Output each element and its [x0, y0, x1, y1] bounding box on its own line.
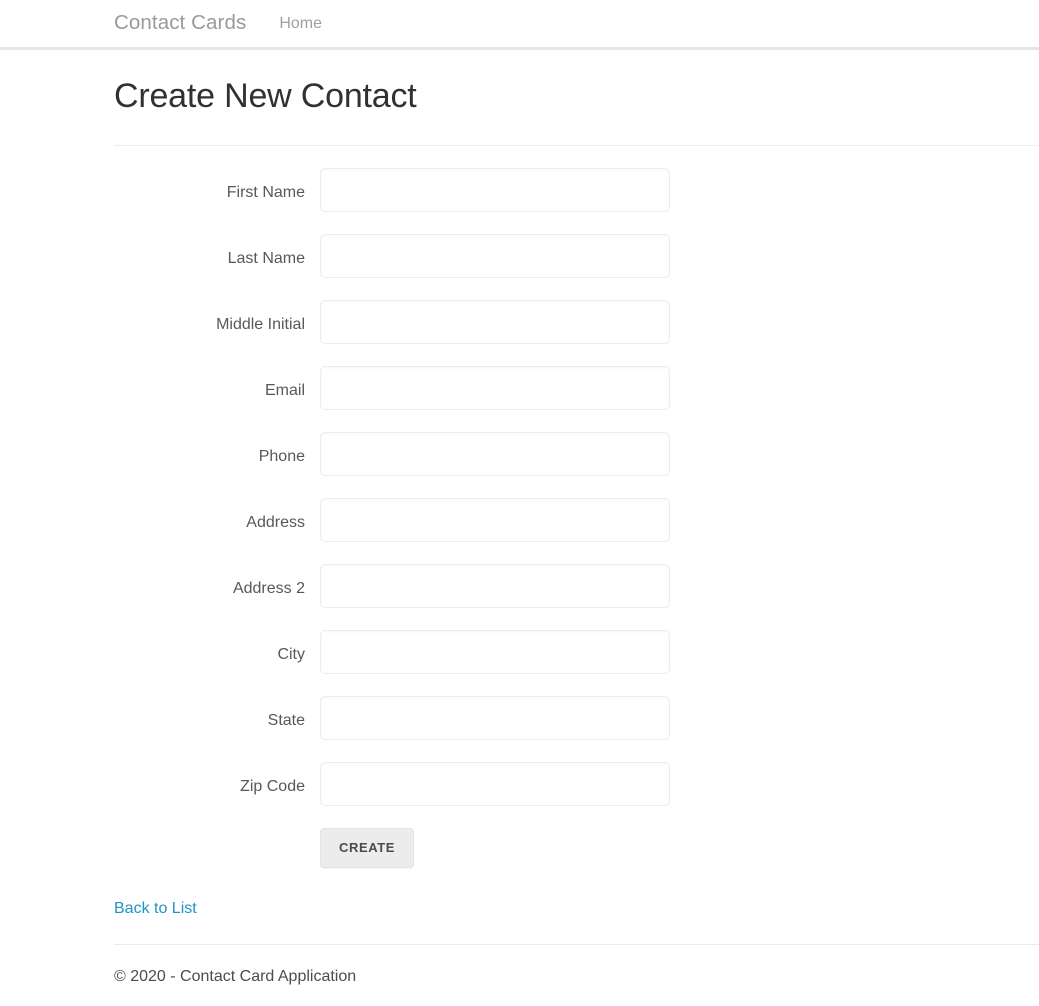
label-address-2: Address 2: [232, 579, 305, 597]
input-first-name[interactable]: [320, 167, 670, 212]
form-row-phone: Phone: [114, 431, 1039, 476]
form-row-submit: CREATE: [114, 827, 1039, 868]
label-middle-initial: Middle Initial: [216, 315, 305, 333]
field-wrap-state: [320, 695, 670, 740]
field-wrap-last-name: [320, 233, 670, 278]
form-row-city: City: [114, 629, 1039, 674]
form-row-state: State: [114, 695, 1039, 740]
footer-divider: [114, 943, 1039, 945]
create-contact-form: First Name Last Name Middle Initial Emai…: [114, 167, 1039, 868]
form-row-address: Address: [114, 497, 1039, 542]
page-title: Create New Contact: [114, 77, 417, 115]
field-wrap-submit: CREATE: [320, 827, 670, 868]
input-address[interactable]: [320, 497, 670, 542]
label-phone: Phone: [258, 447, 305, 465]
navbar-brand[interactable]: Contact Cards: [114, 13, 246, 34]
nav-item-home: Home: [279, 15, 322, 33]
input-email[interactable]: [320, 365, 670, 410]
back-to-list-link[interactable]: Back to List: [114, 900, 197, 917]
nav-link-home[interactable]: Home: [279, 15, 322, 32]
field-wrap-zip-code: [320, 761, 670, 806]
input-phone[interactable]: [320, 431, 670, 476]
field-wrap-address-2: [320, 563, 670, 608]
form-row-address-2: Address 2: [114, 563, 1039, 608]
input-zip-code[interactable]: [320, 761, 670, 806]
form-row-zip-code: Zip Code: [114, 761, 1039, 806]
site-footer: © 2020 - Contact Card Application: [114, 967, 1039, 985]
form-row-middle-initial: Middle Initial: [114, 299, 1039, 344]
input-city[interactable]: [320, 629, 670, 674]
top-navbar: Contact Cards Home: [0, 0, 1039, 50]
main-container: Create New Contact First Name Last Name …: [0, 76, 1039, 985]
field-wrap-address: [320, 497, 670, 542]
field-wrap-email: [320, 365, 670, 410]
label-zip-code: Zip Code: [240, 777, 305, 795]
form-row-first-name: First Name: [114, 167, 1039, 212]
field-wrap-first-name: [320, 167, 670, 212]
label-address: Address: [246, 513, 305, 531]
field-wrap-middle-initial: [320, 299, 670, 344]
form-row-last-name: Last Name: [114, 233, 1039, 278]
label-first-name: First Name: [226, 183, 305, 201]
input-address-2[interactable]: [320, 563, 670, 608]
back-link-row: Back to List: [114, 900, 1039, 918]
field-wrap-phone: [320, 431, 670, 476]
form-row-email: Email: [114, 365, 1039, 410]
label-last-name: Last Name: [227, 249, 305, 267]
label-state: State: [267, 711, 305, 729]
create-button[interactable]: CREATE: [320, 827, 415, 868]
label-email: Email: [264, 381, 305, 399]
title-divider: [114, 144, 1039, 146]
input-middle-initial[interactable]: [320, 299, 670, 344]
footer-copyright: © 2020 - Contact Card Application: [114, 967, 357, 985]
label-submit-spacer: [114, 828, 320, 845]
input-state[interactable]: [320, 695, 670, 740]
label-city: City: [277, 645, 305, 663]
field-wrap-city: [320, 629, 670, 674]
navbar-nav: Home: [279, 15, 322, 33]
input-last-name[interactable]: [320, 233, 670, 278]
